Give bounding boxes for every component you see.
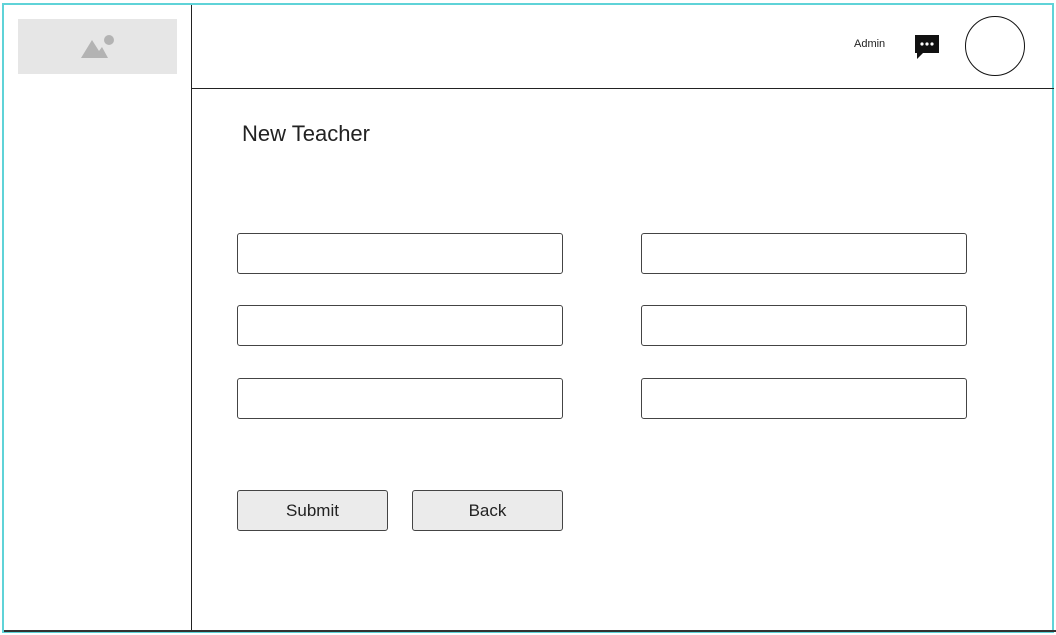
submit-button[interactable]: Submit (237, 490, 388, 531)
form-field-1[interactable] (237, 233, 563, 274)
logo-placeholder (18, 19, 177, 74)
top-header: Admin (192, 5, 1054, 89)
avatar[interactable] (965, 16, 1025, 76)
form-field-5[interactable] (237, 378, 563, 419)
form-field-6[interactable] (641, 378, 967, 419)
form-field-4[interactable] (641, 305, 967, 346)
back-button[interactable]: Back (412, 490, 563, 531)
chat-bubble-icon[interactable] (913, 33, 941, 61)
bottom-border (4, 630, 1056, 632)
page-title: New Teacher (242, 121, 370, 146)
form-field-3[interactable] (237, 305, 563, 346)
form-field-2[interactable] (641, 233, 967, 274)
image-placeholder-icon (81, 35, 114, 58)
sidebar (4, 5, 192, 630)
admin-label: Admin (854, 38, 886, 50)
